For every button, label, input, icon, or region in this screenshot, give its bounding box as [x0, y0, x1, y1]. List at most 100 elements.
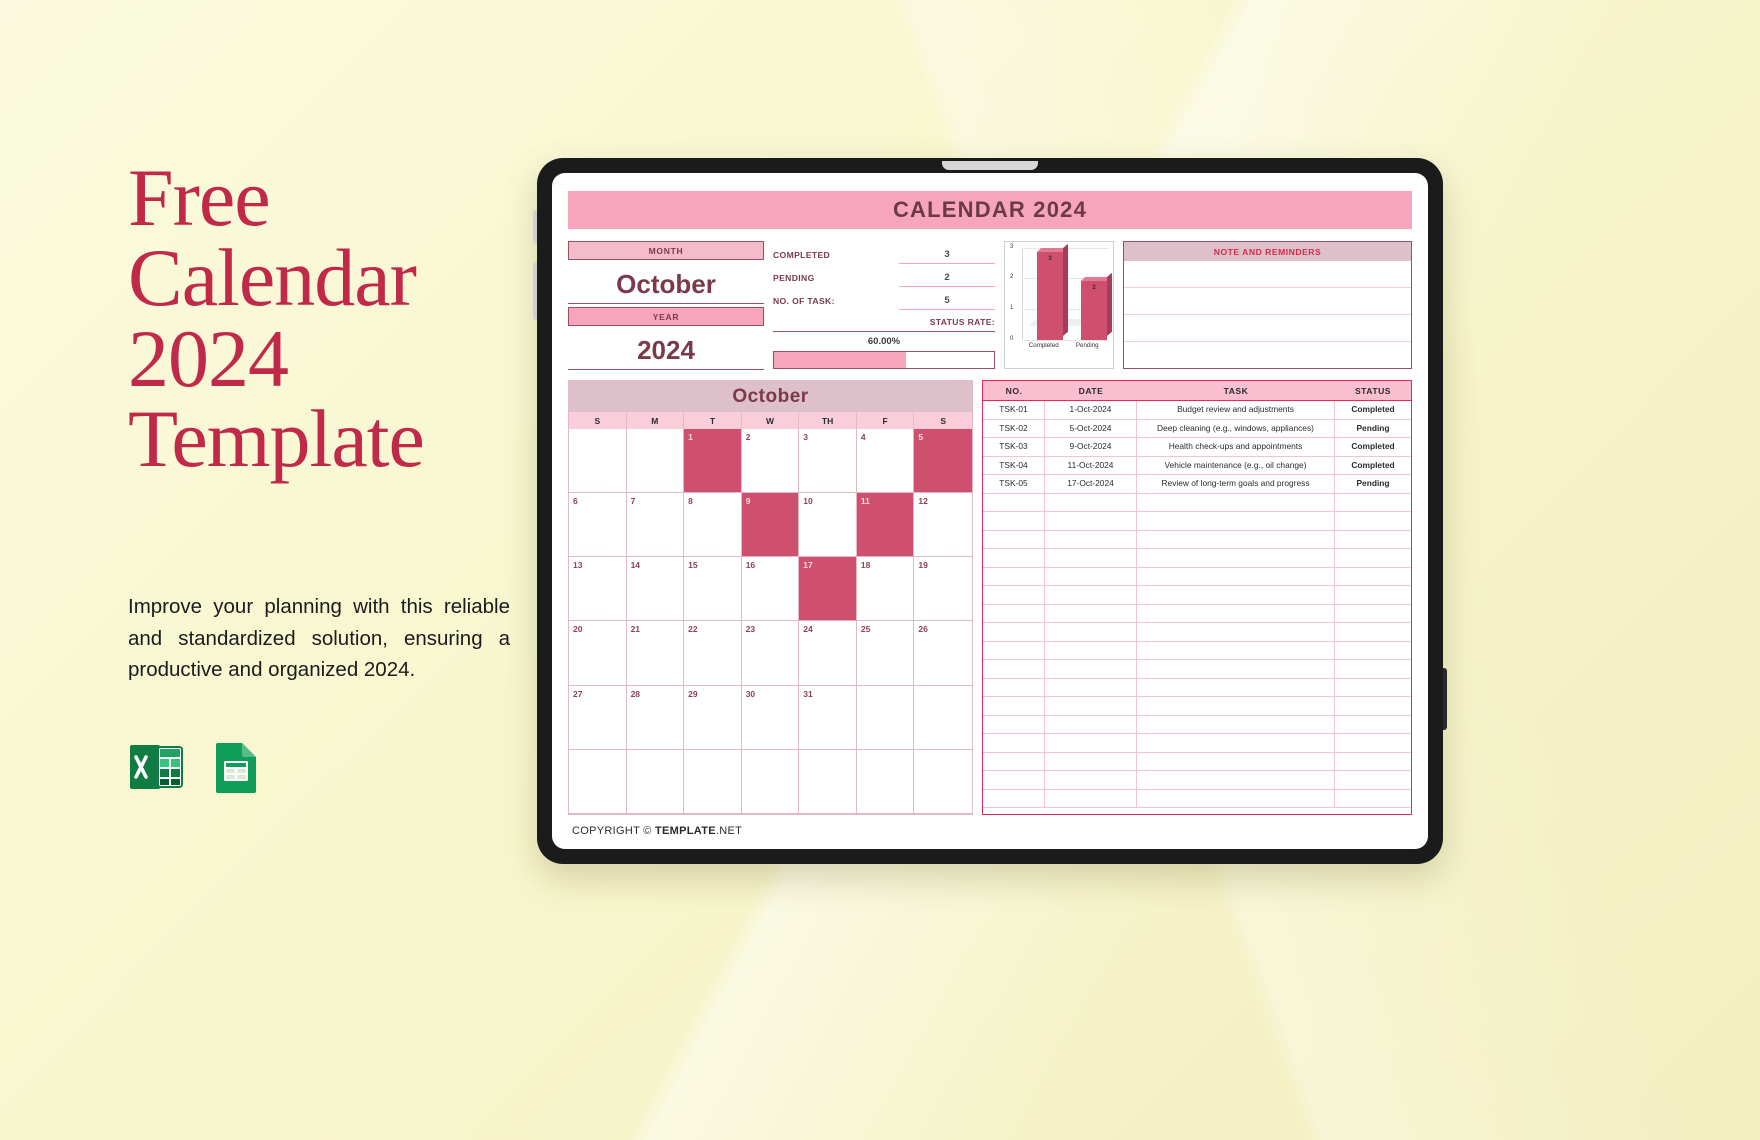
table-row-empty[interactable]: [983, 752, 1411, 771]
calendar-day-cell[interactable]: 19: [914, 557, 972, 622]
calendar-day-cell[interactable]: 5: [914, 429, 972, 494]
task-cell-empty: [1335, 586, 1411, 604]
table-row-empty[interactable]: [983, 734, 1411, 753]
table-row[interactable]: TSK-04 11-Oct-2024 Vehicle maintenance (e.…: [983, 456, 1411, 475]
task-cell-date: 9-Oct-2024: [1045, 438, 1137, 456]
table-row-empty[interactable]: [983, 623, 1411, 642]
task-cell-empty: [1045, 623, 1137, 641]
task-cell-empty: [1045, 530, 1137, 548]
calendar-day-cell[interactable]: 4: [856, 429, 915, 494]
calendar-day-cell[interactable]: 30: [741, 685, 800, 750]
table-row[interactable]: TSK-02 5-Oct-2024 Deep cleaning (e.g., win…: [983, 419, 1411, 438]
table-row-empty[interactable]: [983, 493, 1411, 512]
table-row-empty[interactable]: [983, 789, 1411, 808]
table-row-empty[interactable]: [983, 604, 1411, 623]
table-row-empty[interactable]: [983, 512, 1411, 531]
notes-line[interactable]: [1124, 342, 1411, 368]
task-cell-empty: [1335, 531, 1411, 549]
chart-ytick-2: 2: [1010, 274, 1014, 281]
chart-xlabel-pending: Pending: [1075, 342, 1099, 349]
table-row-empty[interactable]: [983, 641, 1411, 660]
notes-line[interactable]: [1124, 261, 1411, 288]
task-cell-empty: [983, 512, 1045, 530]
calendar-day-cell[interactable]: 15: [684, 557, 742, 622]
calendar-day-cell[interactable]: 8: [684, 493, 742, 558]
calendar-grid[interactable]: 1 2 3 4 5 6 7 8 9 10 11 12 13 14 15 16 17 18 19 20 21 22 23 24 2…: [569, 429, 972, 814]
table-row-empty[interactable]: [983, 697, 1411, 716]
google-sheets-icon[interactable]: [208, 739, 264, 795]
calendar-day-cell[interactable]: 20: [569, 621, 627, 686]
status-rate-value: 60.00%: [867, 335, 901, 347]
year-value[interactable]: 2024: [568, 329, 764, 370]
table-row-empty[interactable]: [983, 660, 1411, 679]
calendar-day-cell[interactable]: 7: [626, 493, 685, 558]
task-status-chart: 3 2 1 0 3 2 Completed Pending: [1004, 241, 1114, 369]
table-row[interactable]: TSK-03 9-Oct-2024 Health check-ups and app…: [983, 438, 1411, 457]
calendar-day-cell[interactable]: 28: [626, 685, 685, 750]
task-cell-date: 11-Oct-2024: [1045, 456, 1137, 474]
task-cell-empty: [1045, 493, 1137, 511]
calendar-day-cell[interactable]: 21: [626, 621, 685, 686]
calendar-day-cell[interactable]: 24: [799, 621, 857, 686]
task-cell-empty: [1045, 789, 1137, 807]
volume-down-button[interactable]: [533, 262, 537, 320]
notes-lines[interactable]: [1124, 261, 1411, 368]
calendar-day-cell[interactable]: 29: [684, 685, 742, 750]
task-cell-empty: [1045, 660, 1137, 678]
copyright-footer: COPYRIGHT © TEMPLATE.NET: [568, 815, 1412, 839]
notes-line[interactable]: [1124, 315, 1411, 342]
calendar-day-cell[interactable]: 6: [569, 493, 627, 558]
calendar-day-cell[interactable]: 17: [799, 557, 857, 622]
table-row-empty[interactable]: [983, 549, 1411, 568]
task-cell-empty: [1335, 679, 1411, 697]
calendar-day-cell[interactable]: 11: [856, 493, 915, 558]
task-cell-empty: [1335, 494, 1411, 512]
calendar-day-cell[interactable]: 2: [741, 429, 800, 494]
table-row-empty[interactable]: [983, 771, 1411, 790]
table-row-empty[interactable]: [983, 678, 1411, 697]
task-cell-empty: [983, 641, 1045, 659]
power-button[interactable]: [1443, 668, 1447, 730]
task-cell-empty: [983, 549, 1045, 567]
task-cell-empty: [983, 567, 1045, 585]
calendar-day-cell[interactable]: 31: [799, 685, 857, 750]
calendar-day-cell[interactable]: 22: [684, 621, 742, 686]
calendar-weekday: M: [627, 412, 685, 429]
task-cell-empty: [1335, 716, 1411, 734]
notes-line[interactable]: [1124, 288, 1411, 315]
calendar-day-cell[interactable]: 18: [856, 557, 915, 622]
table-row-empty[interactable]: [983, 715, 1411, 734]
calendar-day-cell[interactable]: 9: [741, 493, 800, 558]
excel-icon[interactable]: [128, 739, 184, 795]
chart-ytick-0: 0: [1010, 336, 1014, 342]
table-row[interactable]: TSK-01 1-Oct-2024 Budget review and adjust…: [983, 401, 1411, 420]
task-cell-empty: [1137, 586, 1335, 604]
table-row[interactable]: TSK-05 17-Oct-2024 Review of long-term goa…: [983, 475, 1411, 494]
calendar-day-cell[interactable]: 1: [684, 429, 742, 494]
calendar-day-cell[interactable]: 12: [914, 493, 972, 558]
month-value[interactable]: October: [568, 263, 764, 304]
task-col-date: DATE: [1078, 386, 1104, 396]
calendar-day-cell[interactable]: 10: [799, 493, 857, 558]
table-row-empty[interactable]: [983, 530, 1411, 549]
sheet-title: CALENDAR 2024: [892, 197, 1088, 222]
task-cell-empty: [1335, 568, 1411, 586]
calendar-day-cell[interactable]: 25: [856, 621, 915, 686]
calendar-day-cell[interactable]: 14: [626, 557, 685, 622]
calendar-day-cell[interactable]: 13: [569, 557, 627, 622]
calendar-day-cell[interactable]: 27: [569, 685, 627, 750]
table-row-empty[interactable]: [983, 586, 1411, 605]
calendar-weekday: F: [857, 412, 915, 429]
volume-up-button[interactable]: [533, 210, 537, 244]
task-cell-status: Completed: [1351, 441, 1395, 451]
calendar-day-cell[interactable]: 23: [741, 621, 800, 686]
task-cell-status: Pending: [1356, 422, 1390, 433]
table-row-empty[interactable]: [983, 567, 1411, 586]
task-table-body[interactable]: TSK-01 1-Oct-2024 Budget review and adjust…: [983, 401, 1411, 814]
task-cell-empty: [1335, 660, 1411, 678]
chart-bar-completed: 3: [1037, 243, 1068, 340]
task-cell-empty: [1137, 734, 1335, 752]
calendar-day-cell[interactable]: 3: [799, 429, 857, 494]
calendar-day-cell[interactable]: 26: [914, 621, 972, 686]
calendar-day-cell[interactable]: 16: [741, 557, 800, 622]
